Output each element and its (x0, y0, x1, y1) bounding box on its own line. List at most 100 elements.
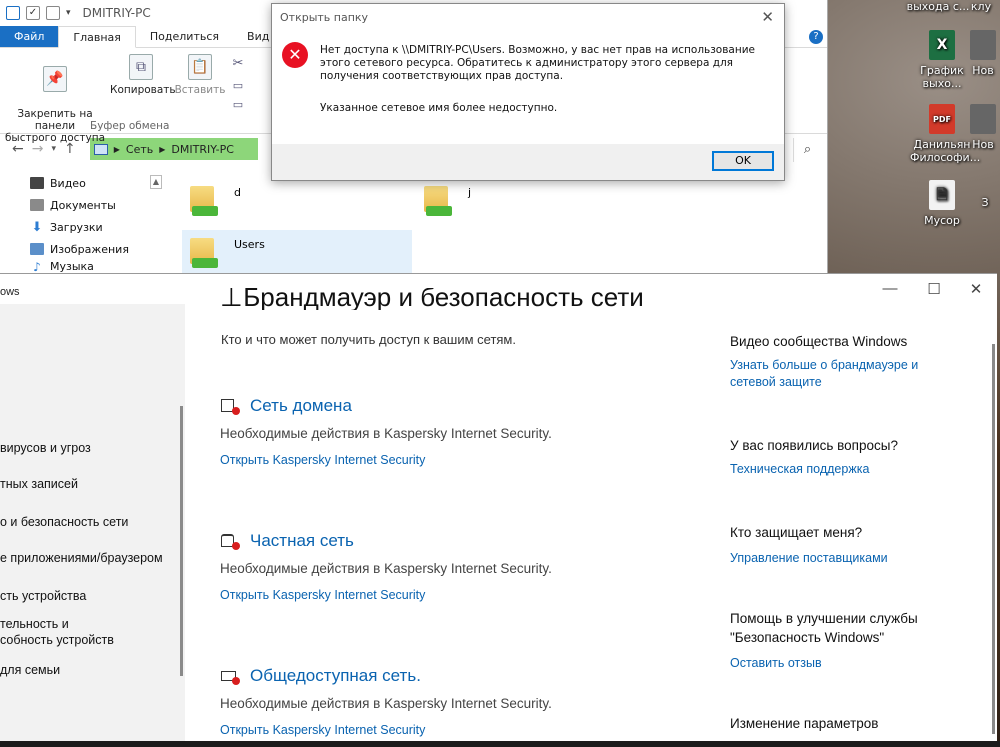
breadcrumb-pc[interactable]: DMITRIY-PC (171, 143, 234, 156)
desktop-icon-label: З (981, 196, 989, 209)
dropdown-icon[interactable]: ▾ (66, 8, 71, 18)
nav-item-documents[interactable]: Документы (0, 194, 165, 216)
computer-icon (6, 6, 20, 20)
private-network-icon (220, 532, 240, 550)
explorer-title: DMITRIY-PC (82, 6, 151, 20)
desktop-icon-pdf[interactable]: PDF Данильян Философи... (910, 104, 981, 164)
recent-dropdown-icon[interactable]: ▾ (51, 144, 56, 154)
folder-item[interactable]: d (186, 180, 241, 216)
who-protects-block: Кто защищает меня? Управление поставщика… (730, 523, 960, 567)
address-bar[interactable]: ▶ Сеть ▶ DMITRIY-PC (89, 138, 258, 160)
nav-item-music[interactable]: ♪ Музыка (0, 260, 165, 272)
copy-button[interactable]: ⧉ Копировать (110, 48, 176, 96)
cut-button[interactable]: ✂ ▭ ▭ (228, 48, 248, 111)
public-network-header[interactable]: Общедоступная сеть. (220, 666, 700, 686)
folder-item[interactable]: Users (186, 232, 265, 268)
network-title[interactable]: Общедоступная сеть. (250, 666, 421, 686)
desktop-icon-label: Мусор (924, 214, 960, 227)
network-description: Необходимые действия в Kaspersky Interne… (220, 696, 552, 711)
close-icon[interactable]: ✕ (966, 280, 986, 298)
nav-item-video[interactable]: Видео (0, 172, 165, 194)
sidebar-item-account-protection[interactable]: тных записей (0, 476, 78, 492)
video-icon (30, 177, 44, 189)
dialog-footer: OK (272, 144, 784, 180)
sidebar-item-device-security[interactable]: сть устройства (0, 588, 86, 604)
search-button[interactable]: ⌕ (793, 138, 821, 162)
tab-share[interactable]: Поделиться (136, 26, 233, 47)
music-note-icon: ♪ (33, 260, 41, 272)
chevron-right-icon[interactable]: ▶ (114, 145, 120, 154)
open-kaspersky-link[interactable]: Открыть Kaspersky Internet Security (220, 588, 700, 602)
desktop-icon-label: График выхо... (920, 64, 964, 90)
dialog-body: ✕ Нет доступа к \\DMITRIY-PC\Users. Возм… (272, 32, 784, 144)
chevron-right-icon[interactable]: ▶ (159, 145, 165, 154)
sidebar-item-firewall[interactable]: о и безопасность сети (0, 514, 128, 530)
dialog-titlebar: Открыть папку ✕ (272, 4, 784, 32)
new-folder-icon[interactable] (46, 6, 60, 20)
right-heading: Изменение параметров (730, 716, 879, 731)
excel-file-icon: X (929, 30, 955, 60)
network-title[interactable]: Сеть домена (250, 396, 352, 416)
file-icon (970, 104, 996, 134)
tab-file[interactable]: Файл (0, 26, 59, 47)
desktop-icon-label: Данильян Философи... (910, 138, 981, 164)
desktop-icon-label: Нов (972, 64, 994, 77)
ok-button[interactable]: OK (712, 151, 774, 171)
manage-providers-link[interactable]: Управление поставщиками (730, 550, 960, 567)
questions-block: У вас появились вопросы? Техническая под… (730, 436, 960, 478)
error-dialog: Открыть папку ✕ ✕ Нет доступа к \\DMITRI… (271, 3, 785, 181)
nav-item-downloads[interactable]: ⬇ Загрузки (0, 216, 165, 238)
paste-button[interactable]: 📋 Вставить (172, 48, 228, 96)
file-icon (970, 30, 996, 60)
page-title: ⊥ Брандмауэр и безопасность сети (220, 288, 644, 310)
copy-label: Копировать (110, 84, 176, 96)
properties-icon[interactable]: ✓ (26, 6, 40, 20)
desktop-icon-z[interactable]: З (970, 196, 1000, 209)
copy-path-icon[interactable]: ▭ (228, 79, 248, 92)
desktop-icon-label: Нов (972, 138, 994, 151)
taskbar (0, 741, 1000, 747)
close-icon[interactable]: ✕ (761, 8, 774, 26)
domain-network-header[interactable]: Сеть домена (220, 396, 700, 416)
public-network-icon (220, 667, 240, 685)
maximize-icon[interactable]: ☐ (924, 280, 944, 298)
tab-home[interactable]: Главная (58, 26, 136, 48)
nav-scroll-up-button[interactable]: ▲ (150, 175, 162, 189)
open-kaspersky-link[interactable]: Открыть Kaspersky Internet Security (220, 453, 700, 467)
nav-item-label: Загрузки (50, 220, 103, 234)
right-heading: Кто защищает меня? (730, 525, 863, 540)
tech-support-link[interactable]: Техническая поддержка (730, 461, 960, 478)
desktop-icon-excel[interactable]: X График выхо... (910, 30, 974, 90)
main-scrollbar[interactable] (992, 344, 995, 734)
dialog-title: Открыть папку (280, 11, 369, 24)
paste-icon: 📋 (188, 54, 212, 80)
folder-name: d (234, 186, 241, 199)
desktop-icon-top-right[interactable]: клу (962, 0, 1000, 13)
folder-item[interactable]: j (420, 180, 471, 216)
desktop-icon-label: выхода с... (906, 0, 970, 13)
dialog-message: Нет доступа к \\DMITRIY-PC\Users. Возмож… (320, 44, 756, 82)
desktop-icon-new-2[interactable]: Нов (966, 104, 1000, 151)
desktop-icon-trash[interactable]: 🗎 Мусор (910, 180, 974, 227)
search-icon: ⌕ (803, 142, 812, 157)
sidebar-scrollbar[interactable] (180, 406, 183, 676)
give-feedback-link[interactable]: Оставить отзыв (730, 655, 960, 672)
learn-more-firewall-link[interactable]: Узнать больше о брандмауэре и сетевой за… (730, 357, 930, 391)
help-icon[interactable]: ? (809, 30, 823, 44)
desktop-icon-new-1[interactable]: Нов (966, 30, 1000, 77)
sidebar-item-app-browser[interactable]: е приложениями/браузером (0, 550, 163, 566)
minimize-icon[interactable]: — (880, 280, 900, 297)
network-icon (93, 143, 108, 155)
sidebar-item-family[interactable]: для семьи (0, 662, 60, 678)
private-network-header[interactable]: Частная сеть (220, 531, 700, 551)
desktop-icon-top-left[interactable]: выхода с... (906, 0, 970, 13)
paste-shortcut-icon[interactable]: ▭ (228, 98, 248, 111)
breadcrumb-network[interactable]: Сеть (126, 143, 153, 156)
sidebar-item-device-performance[interactable]: тельность и собность устройств (0, 616, 114, 648)
sidebar-item-virus-protection[interactable]: вирусов и угроз (0, 440, 91, 456)
page-subtitle: Кто и что может получить доступ к вашим … (221, 332, 516, 347)
nav-item-pictures[interactable]: Изображения (0, 238, 165, 260)
open-kaspersky-link[interactable]: Открыть Kaspersky Internet Security (220, 723, 700, 737)
network-title[interactable]: Частная сеть (250, 531, 354, 551)
network-folder-icon (420, 180, 454, 216)
